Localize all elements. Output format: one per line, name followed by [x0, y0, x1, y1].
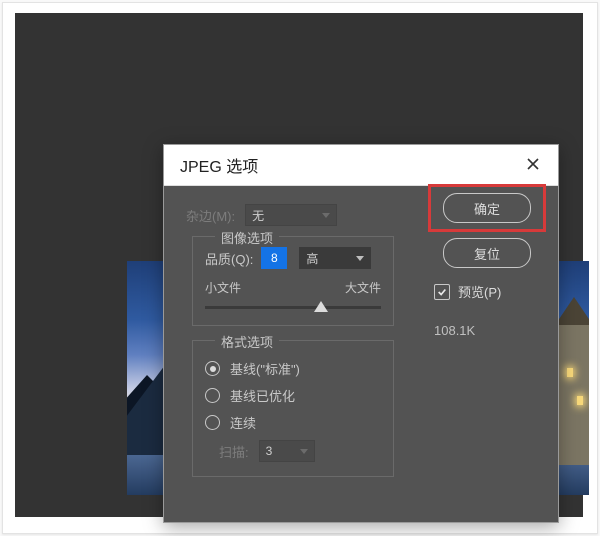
ok-button[interactable]: 确定 [443, 193, 531, 223]
slider-track[interactable] [205, 306, 381, 309]
quality-preset-combo[interactable]: 高 [299, 247, 371, 269]
reset-button[interactable]: 复位 [443, 238, 531, 268]
quality-value: 8 [271, 251, 278, 265]
file-size-readout: 108.1K [434, 323, 475, 338]
image-options-fieldset: 图像选项 品质(Q): 8 高 小文件 [192, 236, 394, 326]
image-options-legend: 图像选项 [215, 228, 279, 247]
matte-label: 杂边(M): [186, 206, 235, 225]
format-option-label: 基线("标准") [230, 359, 300, 378]
canvas-area: JPEG 选项 杂边(M): 无 图 [15, 13, 583, 517]
scans-value: 3 [266, 444, 273, 458]
quality-slider[interactable]: 小文件 大文件 [205, 279, 381, 311]
slider-min-label: 小文件 [205, 279, 241, 296]
preview-checkbox[interactable] [434, 284, 450, 300]
chevron-down-icon [322, 213, 330, 218]
format-option-baseline-standard[interactable]: 基线("标准") [205, 359, 381, 378]
dialog-body: 杂边(M): 无 图像选项 品质(Q): 8 高 [164, 186, 558, 522]
radio-icon [205, 415, 220, 430]
scans-label: 扫描: [219, 442, 249, 461]
quality-value-input[interactable]: 8 [261, 247, 287, 269]
app-window: JPEG 选项 杂边(M): 无 图 [2, 2, 598, 534]
reset-label: 复位 [474, 244, 500, 263]
ok-button-highlight: 确定 [428, 184, 546, 232]
dialog-title: JPEG 选项 [180, 153, 516, 177]
preview-checkbox-row[interactable]: 预览(P) [434, 282, 501, 301]
check-icon [437, 287, 447, 297]
close-icon [526, 155, 540, 176]
format-options-fieldset: 格式选项 基线("标准") 基线已优化 连续 扫描: [192, 340, 394, 477]
ok-label: 确定 [474, 199, 500, 218]
chevron-down-icon [300, 449, 308, 454]
jpeg-options-dialog: JPEG 选项 杂边(M): 无 图 [163, 144, 559, 523]
chevron-down-icon [356, 256, 364, 261]
format-options-legend: 格式选项 [215, 332, 279, 351]
format-option-progressive[interactable]: 连续 [205, 413, 381, 432]
close-button[interactable] [516, 148, 550, 182]
slider-thumb[interactable] [314, 301, 328, 312]
slider-max-label: 大文件 [345, 279, 381, 296]
quality-label: 品质(Q): [205, 249, 253, 268]
radio-icon [205, 388, 220, 403]
quality-preset-value: 高 [306, 250, 318, 267]
dialog-buttons-column: 确定 复位 预览(P) 108.1K [428, 184, 546, 338]
preview-label: 预览(P) [458, 282, 501, 301]
format-option-baseline-optimized[interactable]: 基线已优化 [205, 386, 381, 405]
dialog-titlebar[interactable]: JPEG 选项 [164, 145, 558, 186]
matte-value: 无 [252, 207, 264, 224]
radio-icon [205, 361, 220, 376]
matte-combo: 无 [245, 204, 337, 226]
format-option-label: 连续 [230, 413, 256, 432]
format-option-label: 基线已优化 [230, 386, 295, 405]
scans-spinner: 3 [259, 440, 315, 462]
